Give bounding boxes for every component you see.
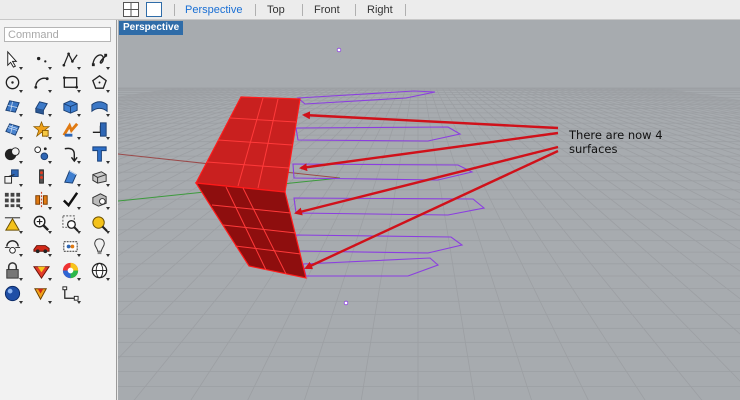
join-icon[interactable]: [59, 118, 82, 141]
boolean-icon[interactable]: [1, 142, 24, 165]
rhino-window: Perspective Top Front Right: [0, 0, 740, 400]
color-wheel-icon[interactable]: [59, 259, 82, 282]
render-icon[interactable]: [88, 212, 111, 235]
light-icon[interactable]: [59, 235, 82, 258]
tool-panel: [0, 0, 117, 400]
polygon-icon[interactable]: [88, 71, 111, 94]
solid-tools-icon[interactable]: [88, 95, 111, 118]
annotation-arrow: [299, 131, 559, 172]
circle-icon[interactable]: [1, 71, 24, 94]
drawing-icon[interactable]: [30, 235, 53, 258]
car-icon[interactable]: [1, 235, 24, 258]
move-icon[interactable]: [30, 165, 53, 188]
tab-perspective[interactable]: Perspective: [185, 4, 242, 16]
tab-right[interactable]: Right: [367, 4, 393, 16]
command-input[interactable]: [4, 27, 111, 42]
zoom-icon[interactable]: [30, 212, 53, 235]
bulb-icon[interactable]: [88, 235, 111, 258]
check-icon[interactable]: [59, 188, 82, 211]
trim-icon[interactable]: [88, 118, 111, 141]
fillet-icon[interactable]: [30, 142, 53, 165]
viewport-scene: [118, 47, 740, 400]
layout-icon[interactable]: [59, 282, 82, 305]
sphere-grid-icon[interactable]: [88, 259, 111, 282]
annotation-text: There are now 4 surfaces: [569, 128, 663, 156]
four-view-layout-icon[interactable]: [123, 2, 139, 17]
viewport-tab-bar: Perspective Top Front Right: [117, 0, 740, 20]
annotation-arrow: [294, 145, 559, 216]
annotation-arrow: [304, 149, 559, 270]
mesh-icon[interactable]: [1, 118, 24, 141]
rectangle-icon[interactable]: [59, 71, 82, 94]
text-icon[interactable]: [88, 142, 111, 165]
single-view-layout-icon[interactable]: [146, 2, 162, 17]
polyline-icon[interactable]: [59, 48, 82, 71]
perspective-viewport[interactable]: Perspective There are now 4 surfaces: [118, 20, 740, 400]
rotate-icon[interactable]: [59, 165, 82, 188]
surface-icon[interactable]: [1, 95, 24, 118]
tab-top[interactable]: Top: [267, 4, 285, 16]
explode-icon[interactable]: [30, 118, 53, 141]
group-icon[interactable]: [1, 165, 24, 188]
snap-icon[interactable]: [88, 188, 111, 211]
point-icon[interactable]: [30, 48, 53, 71]
zoom-window-icon[interactable]: [59, 212, 82, 235]
control-point: [343, 300, 349, 306]
dimension-icon[interactable]: [1, 212, 24, 235]
select-icon[interactable]: [1, 48, 24, 71]
globe-icon[interactable]: [1, 282, 24, 305]
toolbar-header: [0, 0, 117, 20]
annotation-arrow: [302, 111, 559, 130]
red-surfaces: [194, 96, 307, 279]
tool-grid: [1, 48, 117, 305]
array-icon[interactable]: [1, 188, 24, 211]
mirror-icon[interactable]: [30, 188, 53, 211]
arc-icon[interactable]: [30, 71, 53, 94]
lock-icon[interactable]: [1, 259, 24, 282]
control-point: [336, 47, 342, 53]
scale-icon[interactable]: [88, 165, 111, 188]
material-icon[interactable]: [30, 259, 53, 282]
curve-icon[interactable]: [88, 48, 111, 71]
extrude-icon[interactable]: [30, 95, 53, 118]
tab-front[interactable]: Front: [314, 4, 340, 16]
annotation-arrows: [294, 111, 559, 270]
split-icon[interactable]: [59, 142, 82, 165]
viewport-label[interactable]: Perspective: [119, 21, 184, 35]
cursor-icon[interactable]: [30, 282, 53, 305]
solid-box-icon[interactable]: [59, 95, 82, 118]
